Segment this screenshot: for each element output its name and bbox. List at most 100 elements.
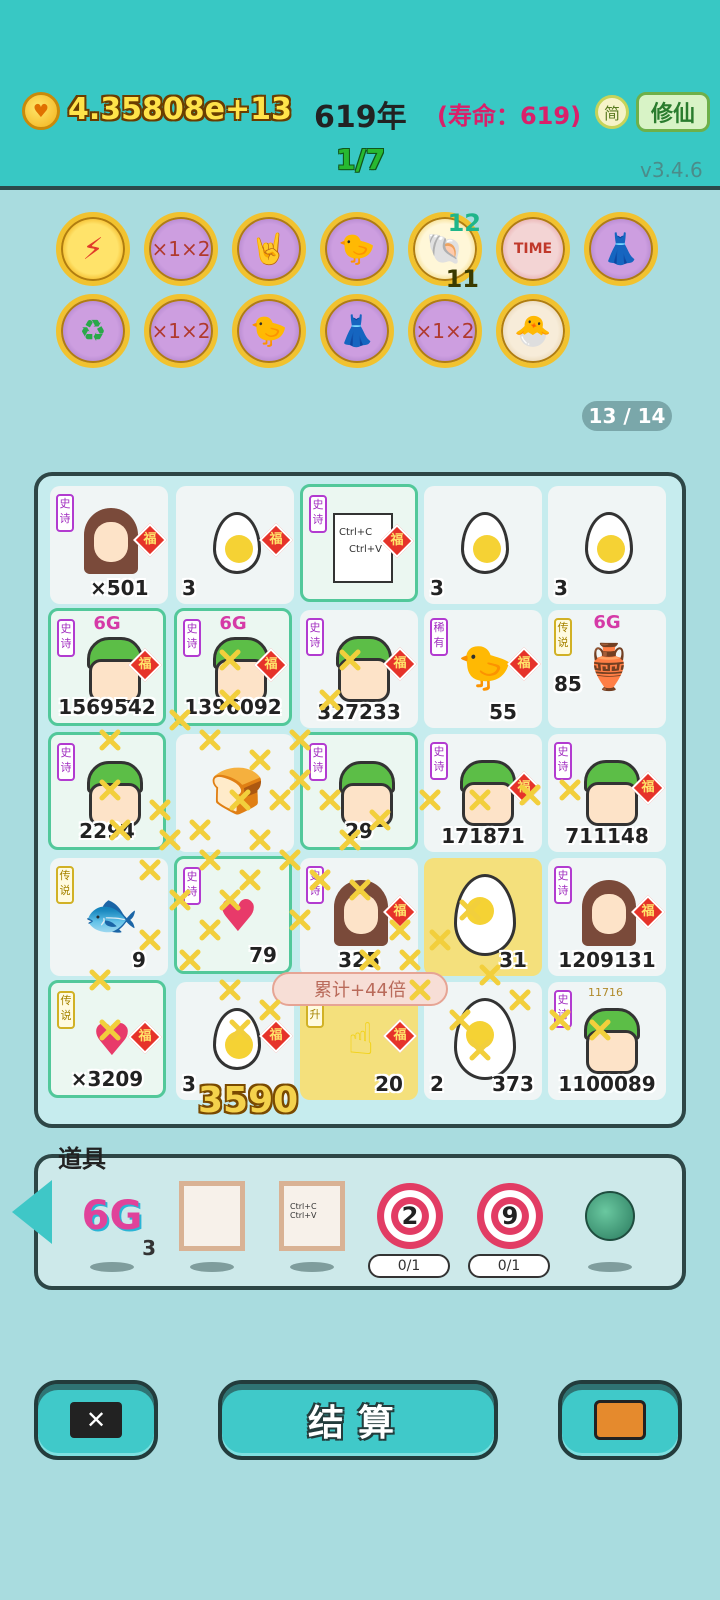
shell-icon[interactable]: 🐚 12 11 (408, 209, 482, 293)
cell-value: 1209131 (558, 948, 656, 972)
time-magazine-icon[interactable]: TIME (496, 212, 570, 286)
total-multiplier-pill: 累计+44倍 (272, 972, 448, 1006)
grid-cell[interactable]: 史诗 福 1209131 (548, 858, 666, 976)
rarity-tag: 稀有 (430, 618, 448, 656)
cell-value: 3 (554, 576, 568, 600)
top-bar: ♥ 4.35808e+13 619年 (寿命：619) 简 修仙 1/7 v3.… (0, 0, 720, 190)
item-shadow (588, 1262, 632, 1272)
grid-cell[interactable]: 史诗 2294 (48, 732, 166, 850)
grid-cell[interactable]: 史诗 福 325 (300, 858, 418, 976)
girl-icon (330, 880, 392, 946)
round-progress: 1/7 (336, 143, 386, 176)
6g-item[interactable]: 6G 3 (76, 1180, 156, 1260)
grid-cell[interactable]: 31 (424, 858, 542, 976)
cell-value: ×501 (90, 576, 149, 600)
cell-value: 31 (499, 948, 527, 972)
rarity-tag: 史诗 (183, 867, 201, 905)
man-icon (578, 1008, 640, 1074)
settle-label: 结算 (307, 1403, 408, 1444)
man-icon (454, 760, 516, 826)
grid-cell[interactable]: 史诗 福 171871 (424, 734, 542, 852)
rarity-tag: 史诗 (56, 494, 74, 532)
egg-icon (578, 512, 640, 574)
rarity-tag: 史诗 (430, 742, 448, 780)
lightning-icon[interactable]: ⚡ (56, 212, 130, 286)
briefcase-icon (594, 1400, 646, 1440)
koi-fish-icon: 🐟 (83, 890, 139, 941)
recycle-icon[interactable]: ♻ (56, 294, 130, 368)
grid-cell[interactable]: 传说 ♥ 福 ×3209 (48, 980, 166, 1098)
6g-count: 3 (142, 1236, 156, 1260)
grid-cell[interactable]: 🍞 (176, 734, 294, 852)
skirt-icon[interactable]: 👗 (320, 294, 394, 368)
blank-frame-item[interactable] (176, 1180, 248, 1252)
multiplier-scroll-icon[interactable]: ×1×2 (144, 294, 218, 368)
grid-cell[interactable]: 史诗 福 327233 (300, 610, 418, 728)
cell-value: 2294 (79, 819, 135, 843)
rarity-tag: 史诗 (309, 495, 327, 533)
skirt-icon[interactable]: 👗 (584, 212, 658, 286)
rarity-tag: 传说 (554, 618, 572, 656)
shell-count-top: 12 (447, 209, 481, 237)
grid-cell[interactable]: 6G 传说 🏺 85 (548, 610, 666, 728)
multiplier-scroll-icon[interactable]: ×1×2 (408, 294, 482, 368)
cell-value-secondary: 373 (492, 1072, 534, 1096)
target-item[interactable]: 2 (374, 1180, 446, 1252)
coin-heart-icon: ♥ (22, 92, 60, 130)
grid-cell[interactable]: 3 (424, 486, 542, 604)
page-counter: 13 / 14 (582, 401, 672, 431)
rarity-tag: 史诗 (306, 866, 324, 904)
rock-hand-icon[interactable]: 🤘 (232, 212, 306, 286)
grid-cell[interactable]: 史诗 29 (300, 732, 418, 850)
grid-cell[interactable]: 6G 史诗 福 1569542 (48, 608, 166, 726)
egg-icon (454, 998, 516, 1080)
grid-cell[interactable]: 史诗 ♥ 79 (174, 856, 292, 974)
girl-icon (80, 508, 142, 574)
chick-syringe-icon[interactable]: 🐤 (320, 212, 394, 286)
chick-syringe-icon[interactable]: 🐤 (232, 294, 306, 368)
rarity-tag: 史诗 (554, 990, 572, 1028)
cell-value: 20 (375, 1072, 403, 1096)
item-shadow (190, 1262, 234, 1272)
game-board: 史诗 福 ×501 福 3 史诗 Ctrl+C Ctrl+V 福 3 3 6G 史… (34, 472, 686, 1128)
grid-cell[interactable]: 3 (548, 486, 666, 604)
rarity-tag: 史诗 (57, 743, 75, 781)
grid-cell[interactable]: 稀有 🐤 福 55 (424, 610, 542, 728)
cell-value: 85 (554, 672, 582, 696)
coin-balance: 4.35808e+13 (68, 92, 292, 127)
target-item[interactable]: 9 (474, 1180, 546, 1252)
xiuxian-button[interactable]: 修仙 (636, 92, 710, 132)
ctrl-cv-frame-item[interactable]: Ctrl+C Ctrl+V (276, 1180, 348, 1252)
floating-score: 3590 (198, 1080, 299, 1121)
egg-icon (206, 512, 268, 574)
scroll-left-arrow-icon[interactable] (12, 1180, 52, 1244)
man-icon (333, 761, 395, 827)
cell-value: 3 (430, 576, 444, 600)
grid-cell[interactable]: 传说 🐟 9 (50, 858, 168, 976)
simplified-toggle-button[interactable]: 简 (595, 95, 629, 129)
cell-value: 171871 (441, 824, 525, 848)
grid-cell[interactable]: 福 3 (176, 486, 294, 604)
cell-value: ×3209 (70, 1067, 144, 1091)
lifespan-text: (寿命：619) (437, 102, 582, 130)
grid-cell[interactable]: 6G 史诗 福 1396092 (174, 608, 292, 726)
exit-button[interactable]: ✕ (34, 1380, 158, 1460)
target-slot-counter: 0/1 (468, 1254, 550, 1278)
grid-cell[interactable]: 11716 史诗 1100089 (548, 982, 666, 1100)
jade-orb-item[interactable] (574, 1180, 646, 1252)
multiplier-scroll-icon[interactable]: ×1×2 (144, 212, 218, 286)
settle-button[interactable]: 结算 (218, 1380, 498, 1460)
grid-cell[interactable]: 史诗 福 711148 (548, 734, 666, 852)
ctrl-cv-card: Ctrl+C Ctrl+V (333, 513, 393, 583)
grid-cell[interactable]: 史诗 Ctrl+C Ctrl+V 福 (300, 484, 418, 602)
item-shadow (290, 1262, 334, 1272)
chick-egg-icon[interactable]: 🐣 (496, 294, 570, 368)
man-icon (578, 760, 640, 826)
briefcase-button[interactable] (558, 1380, 682, 1460)
grid-cell[interactable]: 史诗 福 ×501 (50, 486, 168, 604)
rarity-tag: 史诗 (554, 742, 572, 780)
man-icon (330, 636, 392, 702)
rarity-tag: 史诗 (57, 619, 75, 657)
cell-value: 3 (182, 576, 196, 600)
year-counter: 619年 (314, 100, 407, 135)
